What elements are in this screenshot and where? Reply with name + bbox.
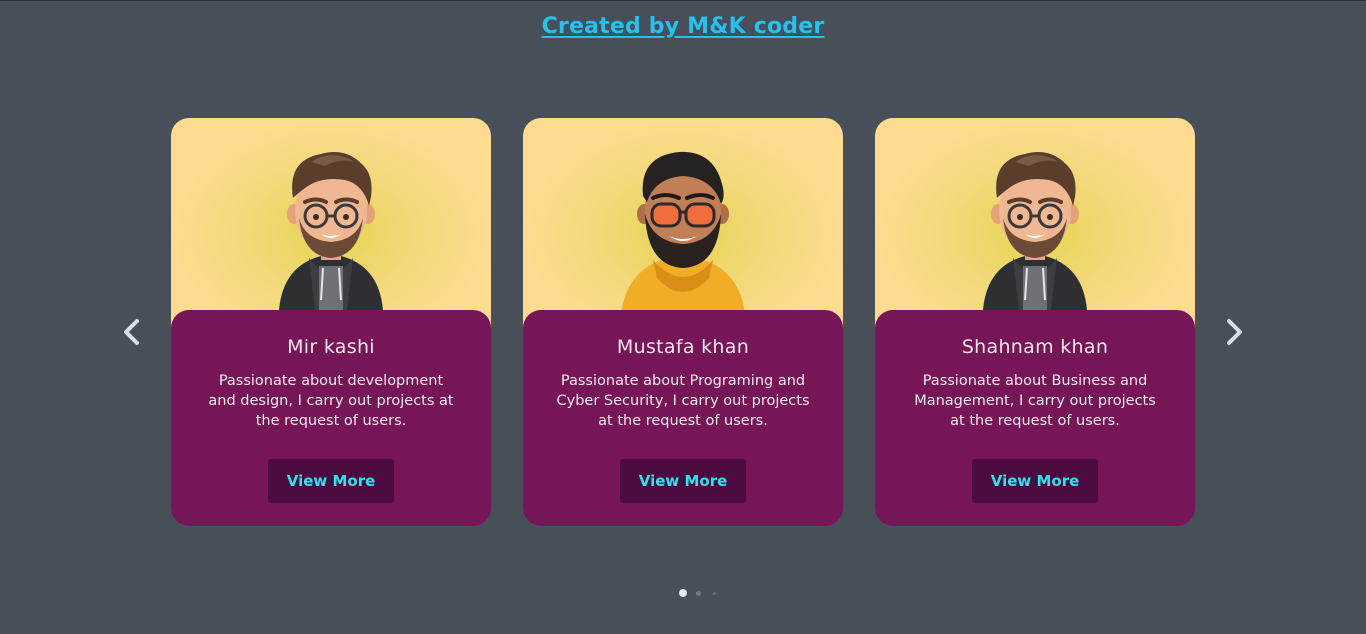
view-more-button[interactable]: View More: [620, 459, 746, 503]
avatar-image: [279, 152, 383, 310]
profile-photo: [875, 118, 1195, 328]
profile-name: Shahnam khan: [961, 336, 1109, 358]
pagination-dot[interactable]: [696, 591, 701, 596]
chevron-right-icon: [1227, 319, 1242, 345]
profile-name: Mustafa khan: [616, 336, 750, 358]
carousel-pagination: [0, 588, 1366, 598]
pagination-dot[interactable]: [713, 592, 716, 595]
avatar-image: [983, 152, 1087, 310]
carousel-prev-button[interactable]: [113, 314, 149, 350]
creator-link[interactable]: Created by M&K coder: [0, 14, 1366, 39]
profile-photo: [523, 118, 843, 328]
profile-description: Passionate about Programing and Cyber Se…: [556, 373, 810, 429]
profile-info-panel: Shahnam khan Passionate about Business a…: [875, 310, 1195, 526]
profile-info-panel: Mir kashi Passionate about development a…: [171, 310, 491, 526]
profile-name: Mir kashi: [287, 336, 375, 358]
profile-card: Shahnam khan Passionate about Business a…: [875, 118, 1195, 526]
profile-photo: [171, 118, 491, 328]
avatar-image: [621, 151, 745, 314]
profile-info-panel: Mustafa khan Passionate about Programing…: [523, 310, 843, 526]
carousel-next-button[interactable]: [1217, 314, 1253, 350]
view-more-button[interactable]: View More: [268, 459, 394, 503]
profile-description: Passionate about development and design,…: [208, 373, 454, 429]
pagination-dot-active[interactable]: [679, 589, 687, 597]
profile-description: Passionate about Business and Management…: [914, 373, 1156, 429]
profile-card: Mir kashi Passionate about development a…: [171, 118, 491, 526]
profile-card: Mustafa khan Passionate about Programing…: [523, 118, 843, 526]
view-more-button[interactable]: View More: [972, 459, 1098, 503]
chevron-left-icon: [124, 319, 139, 345]
top-border: [0, 0, 1366, 1]
